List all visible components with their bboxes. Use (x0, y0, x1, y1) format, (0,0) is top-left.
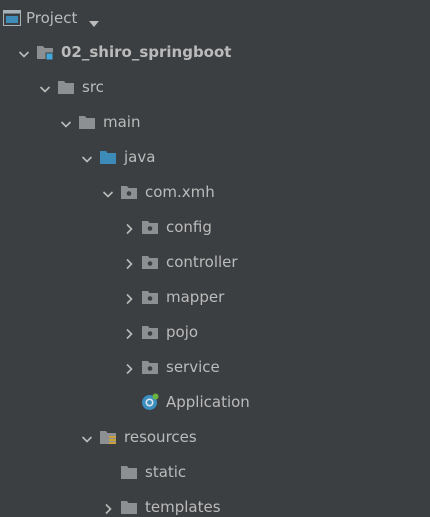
tree-node-service[interactable]: service (0, 350, 430, 385)
tree-node-label: resources (124, 428, 197, 446)
resources-root-folder-icon (99, 428, 117, 446)
tree-node-02-shiro-springboot[interactable]: 02_shiro_springboot (0, 35, 430, 70)
folder-icon (57, 78, 75, 96)
folder-icon (78, 113, 96, 131)
tree-node-controller[interactable]: controller (0, 245, 430, 280)
package-icon (120, 183, 138, 201)
tree-node-templates[interactable]: templates (0, 490, 430, 517)
folder-icon (120, 498, 138, 516)
tree-node-label: static (145, 463, 187, 481)
tree-node-label: controller (166, 253, 238, 271)
tree-node-label: 02_shiro_springboot (61, 43, 232, 61)
chevron-down-icon[interactable] (102, 186, 114, 198)
tree-node-resources[interactable]: resources (0, 420, 430, 455)
tree-node-label: src (82, 78, 104, 96)
tree-node-main[interactable]: main (0, 105, 430, 140)
source-root-folder-icon (99, 148, 117, 166)
tree-node-label: Application (166, 393, 250, 411)
chevron-down-icon[interactable] (81, 151, 93, 163)
package-icon (141, 358, 159, 376)
tree-node-label: config (166, 218, 212, 236)
chevron-right-icon[interactable] (123, 291, 135, 305)
chevron-down-icon[interactable] (39, 81, 51, 93)
tree-node-mapper[interactable]: mapper (0, 280, 430, 315)
tree-node-label: com.xmh (145, 183, 215, 201)
tree-node-static[interactable]: static (0, 455, 430, 490)
chevron-right-icon[interactable] (123, 256, 135, 270)
tree-node-label: mapper (166, 288, 225, 306)
package-icon (141, 323, 159, 341)
project-window-icon[interactable] (3, 10, 21, 30)
chevron-down-icon[interactable] (18, 46, 30, 58)
tree-node-label: java (124, 148, 156, 166)
package-icon (141, 253, 159, 271)
tree-node-com-xmh[interactable]: com.xmh (0, 175, 430, 210)
tree-node-label: service (166, 358, 220, 376)
chevron-right-icon[interactable] (123, 326, 135, 340)
panel-title[interactable]: Project (26, 9, 77, 27)
module-folder-icon (36, 43, 54, 61)
tree-node-application[interactable]: Application (0, 385, 430, 420)
chevron-right-icon[interactable] (102, 501, 114, 515)
chevron-right-icon[interactable] (123, 221, 135, 235)
chevron-right-icon[interactable] (123, 361, 135, 375)
project-panel-header: Project (0, 0, 430, 36)
tree-node-java[interactable]: java (0, 140, 430, 175)
tree-node-label: templates (145, 498, 221, 516)
tree-node-config[interactable]: config (0, 210, 430, 245)
spring-boot-class-icon (141, 393, 159, 411)
tree-node-pojo[interactable]: pojo (0, 315, 430, 350)
folder-icon (120, 463, 138, 481)
project-tree: 02_shiro_springbootsrc main java com.xmh con… (0, 35, 430, 517)
chevron-down-icon[interactable] (81, 431, 93, 443)
package-icon (141, 288, 159, 306)
tree-node-label: main (103, 113, 141, 131)
tree-node-label: pojo (166, 323, 199, 341)
tree-node-src[interactable]: src (0, 70, 430, 105)
dropdown-arrow-icon[interactable] (88, 14, 100, 32)
package-icon (141, 218, 159, 236)
chevron-down-icon[interactable] (60, 116, 72, 128)
